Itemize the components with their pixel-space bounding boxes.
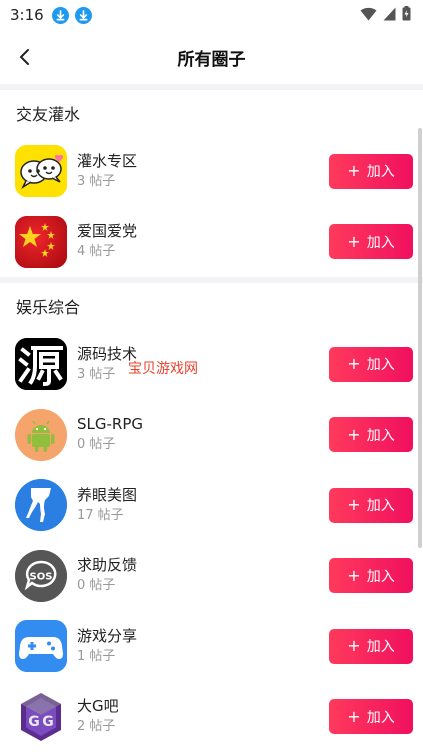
signal-icon bbox=[383, 6, 396, 25]
gamepad-icon bbox=[15, 620, 67, 673]
chevron-left-icon bbox=[20, 49, 29, 65]
svg-text:SOS: SOS bbox=[30, 571, 53, 582]
page-header: 所有圈子 bbox=[0, 30, 423, 84]
join-label: 加入 bbox=[366, 427, 395, 444]
post-count: 0 帖子 bbox=[77, 437, 116, 453]
post-count: 3 帖子 bbox=[77, 173, 116, 189]
circle-name: 源码技术 bbox=[77, 344, 138, 363]
yuan-character-icon bbox=[15, 338, 67, 391]
download-notification-icon bbox=[51, 6, 69, 24]
join-label: 加入 bbox=[366, 164, 395, 181]
circle-name: 游戏分享 bbox=[77, 626, 138, 645]
join-label: 加入 bbox=[366, 234, 395, 251]
watermark-text: 宝贝游戏网 bbox=[128, 361, 198, 377]
svg-text:G: G bbox=[42, 714, 54, 730]
plus-icon: + bbox=[347, 354, 361, 374]
section-title: 交友灌水 bbox=[16, 105, 81, 124]
sos-bubble-icon: SOS bbox=[15, 549, 67, 602]
join-label: 加入 bbox=[366, 357, 395, 374]
download-notification-icon bbox=[74, 6, 92, 24]
scrollbar[interactable] bbox=[418, 128, 422, 548]
circle-name: SLG-RPG bbox=[77, 415, 144, 434]
post-count: 1 帖子 bbox=[77, 648, 116, 664]
join-button[interactable]: + 加入 bbox=[329, 487, 413, 523]
join-button[interactable]: + 加入 bbox=[329, 417, 413, 453]
android-robot-icon bbox=[15, 408, 67, 461]
join-label: 加入 bbox=[366, 709, 395, 726]
join-button[interactable]: + 加入 bbox=[329, 346, 413, 382]
circle-name: 养眼美图 bbox=[77, 485, 138, 504]
join-button[interactable]: + 加入 bbox=[329, 558, 413, 594]
post-count: 0 帖子 bbox=[77, 578, 116, 594]
list-item[interactable]: 源码技术 3 帖子 + 加入 bbox=[0, 329, 423, 400]
plus-icon: + bbox=[347, 161, 361, 181]
list-item[interactable]: G G 大G吧 2 帖子 + 加入 bbox=[0, 682, 423, 752]
post-count: 17 帖子 bbox=[77, 507, 124, 523]
status-bar: 3:16 bbox=[0, 0, 423, 30]
status-time: 3:16 bbox=[10, 6, 44, 24]
join-label: 加入 bbox=[366, 639, 395, 656]
join-button[interactable]: + 加入 bbox=[329, 153, 413, 189]
list-item[interactable]: SOS 求助反馈 0 帖子 + 加入 bbox=[0, 541, 423, 612]
gg-shield-icon: G G bbox=[15, 690, 67, 743]
list-item[interactable]: 灌水专区 3 帖子 + 加入 bbox=[0, 136, 423, 207]
list-item[interactable]: 爱国爱党 4 帖子 + 加入 bbox=[0, 207, 423, 278]
plus-icon: + bbox=[347, 706, 361, 726]
plus-icon: + bbox=[347, 495, 361, 515]
join-button[interactable]: + 加入 bbox=[329, 224, 413, 260]
plus-icon: + bbox=[347, 636, 361, 656]
list-item[interactable]: 养眼美图 17 帖子 + 加入 bbox=[0, 470, 423, 541]
plus-icon: + bbox=[347, 565, 361, 585]
section-title: 娱乐综合 bbox=[16, 298, 81, 317]
list-item[interactable]: SLG-RPG 0 帖子 + 加入 bbox=[0, 400, 423, 471]
join-label: 加入 bbox=[366, 568, 395, 585]
list-item[interactable]: 游戏分享 1 帖子 + 加入 bbox=[0, 611, 423, 682]
wifi-icon bbox=[360, 6, 377, 25]
join-button[interactable]: + 加入 bbox=[329, 699, 413, 735]
circle-name: 灌水专区 bbox=[77, 151, 138, 170]
chat-bubbles-icon bbox=[15, 145, 67, 198]
plus-icon: + bbox=[347, 424, 361, 444]
post-count: 2 帖子 bbox=[77, 719, 116, 735]
page-title: 所有圈子 bbox=[177, 49, 246, 70]
china-flag-icon bbox=[15, 215, 67, 268]
circle-name: 爱国爱党 bbox=[77, 222, 138, 241]
battery-icon bbox=[402, 5, 411, 25]
post-count: 3 帖子 bbox=[77, 366, 116, 382]
back-button[interactable] bbox=[10, 42, 40, 72]
join-label: 加入 bbox=[366, 498, 395, 515]
circle-name: 大G吧 bbox=[77, 697, 119, 716]
post-count: 4 帖子 bbox=[77, 244, 116, 260]
svg-text:G: G bbox=[28, 714, 40, 730]
circle-name: 求助反馈 bbox=[77, 556, 138, 575]
plus-icon: + bbox=[347, 231, 361, 251]
legs-icon bbox=[15, 479, 67, 532]
join-button[interactable]: + 加入 bbox=[329, 628, 413, 664]
